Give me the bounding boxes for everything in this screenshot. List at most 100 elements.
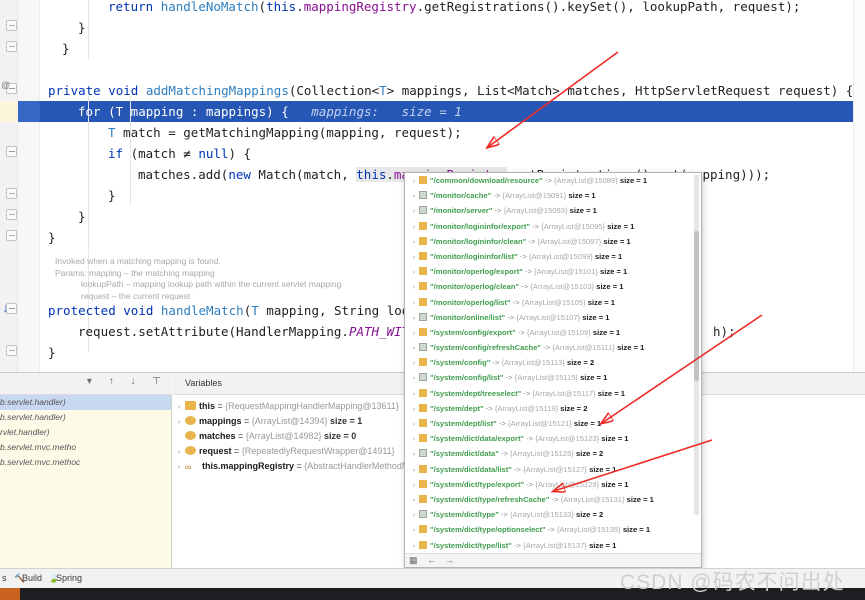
popup-tree-row[interactable]: › "/system/dict/type" -> {ArrayList@15133… (405, 507, 701, 522)
expand-twisty-icon[interactable]: › (409, 342, 419, 355)
popup-tree-row[interactable]: › "/monitor/logininfor/clean" -> {ArrayLi… (405, 234, 701, 249)
fold-mark-icon[interactable] (6, 230, 17, 241)
expand-twisty-icon[interactable]: › (409, 205, 419, 218)
expand-twisty-icon[interactable]: › (409, 266, 419, 279)
node-key: "/monitor/logininfor/clean" (430, 236, 527, 246)
frames-toolbar-icons[interactable]: ▾ ↑ ↓ ⊤ (87, 376, 168, 387)
forward-arrow-icon[interactable]: → (445, 555, 454, 565)
popup-tree-row[interactable]: › "/system/dict/type/export" -> {ArrayLis… (405, 477, 701, 492)
node-type-icon (419, 373, 427, 382)
frame-row[interactable]: b.servlet.handler) (0, 410, 171, 425)
popup-tree-row[interactable]: › "/monitor/server" -> {ArrayList@15093} … (405, 203, 701, 218)
breakpoint-gutter[interactable] (0, 0, 18, 372)
node-key: "/system/dict/type/optionselect" (430, 525, 546, 535)
popup-tree-row[interactable]: › "/system/dict/data/list" -> {ArrayList@… (405, 462, 701, 477)
expand-twisty-icon[interactable]: › (409, 251, 419, 264)
popup-tree-row[interactable]: › "/monitor/logininfor/export" -> {ArrayL… (405, 219, 701, 234)
node-type-icon (419, 434, 427, 443)
popup-tree-row[interactable]: › "/monitor/operlog/list" -> {ArrayList@1… (405, 295, 701, 310)
fold-mark-icon[interactable] (6, 188, 17, 199)
status-item-0[interactable]: s (2, 573, 7, 583)
popup-scrollbar-thumb[interactable] (694, 231, 699, 381)
expand-twisty-icon[interactable]: › (409, 327, 419, 340)
expand-twisty-icon[interactable]: › (409, 190, 419, 203)
popup-tree-row[interactable]: › "/system/dept" -> {ArrayList@15119} siz… (405, 401, 701, 416)
status-item-build[interactable]: Build (22, 573, 42, 583)
fold-mark-icon[interactable] (6, 20, 17, 31)
expand-twisty-icon[interactable]: › (409, 281, 419, 294)
popup-tree-row[interactable]: › "/system/config/list" -> {ArrayList@151… (405, 370, 701, 385)
expand-twisty-icon[interactable]: › (409, 494, 419, 507)
popup-tree-row[interactable]: › "/monitor/cache" -> {ArrayList@15091} s… (405, 188, 701, 203)
expand-twisty-icon[interactable]: › (409, 388, 419, 401)
expand-twisty-icon[interactable]: › (173, 445, 185, 460)
node-arrow: -> (549, 494, 561, 504)
node-arrow: -> (496, 419, 508, 428)
node-value: {ArrayList@15123} (535, 434, 600, 444)
fold-mark-icon[interactable] (6, 146, 17, 157)
popup-tree-row[interactable]: › "/system/dict/data" -> {ArrayList@15125… (405, 446, 701, 461)
expand-twisty-icon[interactable]: › (409, 221, 419, 234)
popup-tree-row[interactable]: › "/system/config/refreshCache" -> {Array… (405, 340, 701, 355)
frame-row[interactable]: b.servlet.mvc.methoc (0, 455, 171, 470)
popup-tree[interactable]: › "/common/download/resource" -> {ArrayLi… (405, 173, 701, 553)
popup-tree-row[interactable]: › "/monitor/operlog/export" -> {ArrayList… (405, 264, 701, 279)
expand-twisty-icon[interactable]: › (409, 540, 419, 553)
expand-twisty-icon[interactable]: › (409, 236, 419, 249)
popup-footer-toolbar[interactable]: ▦ ← → (405, 553, 701, 567)
popup-tree-row[interactable]: › "/common/download/resource" -> {ArrayLi… (405, 173, 701, 188)
expand-twisty-icon[interactable]: › (173, 415, 185, 430)
node-key: "/system/dict/type/refreshCache" (430, 494, 550, 504)
frame-row[interactable]: rvlet.handler) (0, 425, 171, 440)
popup-tree-row[interactable]: › "/system/config" -> {ArrayList@15113} s… (405, 355, 701, 370)
expand-twisty-icon[interactable]: › (409, 464, 419, 477)
fold-mark-icon[interactable] (6, 41, 17, 52)
editor-scrollbar[interactable] (853, 0, 865, 372)
node-value: {ArrayList@15137} (523, 540, 587, 550)
annotation-gutter-icon: @ (1, 80, 11, 90)
expand-twisty-icon[interactable]: › (409, 479, 419, 492)
expand-twisty-icon[interactable]: › (409, 297, 419, 310)
popup-tree-row[interactable]: › "/system/dept/treeselect" -> {ArrayList… (405, 386, 701, 401)
expand-twisty-icon[interactable]: › (409, 509, 419, 522)
popup-tree-row[interactable]: › "/monitor/logininfor/list" -> {ArrayLis… (405, 249, 701, 264)
popup-tree-row[interactable]: › "/system/dict/type/refreshCache" -> {Ar… (405, 492, 701, 507)
back-arrow-icon[interactable]: ← (427, 555, 436, 565)
fold-mark-icon[interactable] (6, 209, 17, 220)
settings-icon[interactable]: ▦ (409, 555, 418, 566)
frame-row[interactable]: b.servlet.handler) (0, 395, 171, 410)
node-arrow: -> (524, 434, 536, 444)
popup-tree-row[interactable]: › "/monitor/online/list" -> {ArrayList@15… (405, 310, 701, 325)
expand-twisty-icon[interactable]: › (409, 175, 419, 188)
status-item-spring[interactable]: Spring (56, 573, 82, 583)
node-size: size = 1 (586, 540, 617, 550)
popup-tree-row[interactable]: › "/system/config/export" -> {ArrayList@1… (405, 325, 701, 340)
variable-type-icon (185, 431, 196, 440)
node-key: "/system/config/export" (430, 327, 516, 337)
node-arrow: -> (510, 297, 522, 307)
expand-twisty-icon[interactable]: › (173, 460, 185, 475)
code-folding-gutter[interactable] (18, 0, 40, 372)
expand-twisty-icon[interactable]: › (409, 433, 419, 446)
popup-tree-row[interactable]: › "/system/dept/list" -> {ArrayList@15121… (405, 416, 701, 431)
node-size: size = 1 (567, 206, 597, 216)
expand-twisty-icon[interactable]: › (409, 418, 419, 431)
popup-tree-row[interactable]: › "/system/dict/data/export" -> {ArrayLis… (405, 431, 701, 446)
expand-twisty-icon[interactable]: › (173, 400, 185, 415)
node-arrow: -> (541, 343, 553, 353)
expand-twisty-icon[interactable]: › (409, 448, 419, 461)
code-line: } (78, 209, 86, 224)
fold-mark-icon[interactable] (6, 345, 17, 356)
frames-list[interactable]: b.servlet.handler) b.servlet.handler) rvle… (0, 395, 172, 569)
expand-twisty-icon[interactable]: › (409, 524, 419, 537)
popup-tree-row[interactable]: › "/system/dict/type/list" -> {ArrayList@… (405, 538, 701, 553)
expand-twisty-icon[interactable]: › (409, 403, 419, 416)
debugger-frames-toolbar[interactable]: ▾ ↑ ↓ ⊤ (0, 373, 172, 395)
expand-twisty-icon[interactable]: › (409, 357, 419, 370)
popup-tree-row[interactable]: › "/monitor/operlog/clean" -> {ArrayList@… (405, 279, 701, 294)
value-inspector-popup[interactable]: › "/common/download/resource" -> {ArrayLi… (404, 172, 702, 568)
expand-twisty-icon[interactable]: › (409, 312, 419, 325)
popup-tree-row[interactable]: › "/system/dict/type/optionselect" -> {Ar… (405, 522, 701, 537)
frame-row[interactable]: b.servlet.mvc.metho (0, 440, 171, 455)
expand-twisty-icon[interactable]: › (409, 372, 419, 385)
